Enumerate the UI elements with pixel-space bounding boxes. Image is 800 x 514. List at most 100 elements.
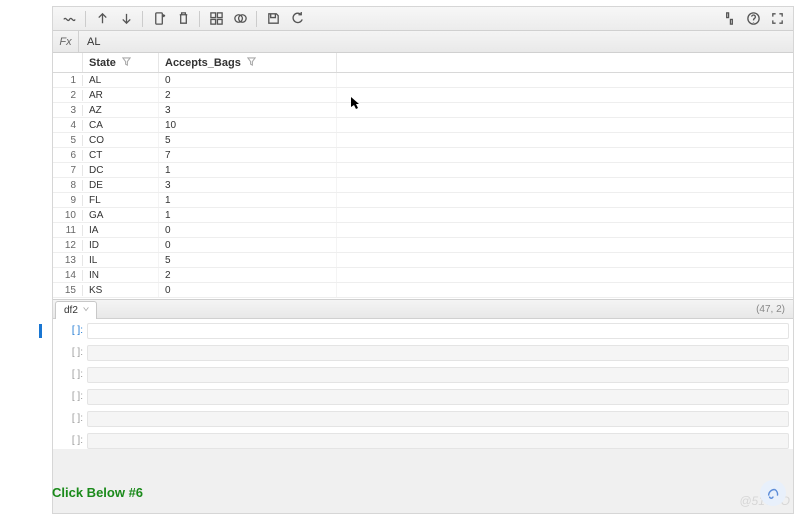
cell-accepts-bags[interactable]: 10 [159,118,337,132]
table-row[interactable]: 2AR2 [53,88,793,103]
table-row[interactable]: 6CT7 [53,148,793,163]
cell-accepts-bags[interactable]: 1 [159,163,337,177]
cell-accepts-bags[interactable]: 3 [159,103,337,117]
cell-state[interactable]: CT [83,148,159,162]
row-number: 4 [53,120,83,131]
cell-input[interactable] [87,345,789,361]
cell-prompt: [ ]: [53,433,87,449]
cell-accepts-bags[interactable]: 5 [159,253,337,267]
filter-icon[interactable] [247,57,256,69]
grid-icon[interactable] [206,9,226,29]
table-row[interactable]: 13IL5 [53,253,793,268]
cell-accepts-bags[interactable]: 2 [159,88,337,102]
row-number: 8 [53,180,83,191]
cell-accepts-bags[interactable]: 7 [159,148,337,162]
cell-state[interactable]: IL [83,253,159,267]
cell-state[interactable]: CA [83,118,159,132]
cell-accepts-bags[interactable]: 2 [159,268,337,282]
cell-input[interactable] [87,433,789,449]
cell-input[interactable] [87,367,789,383]
cell-input[interactable] [87,411,789,427]
venn-icon[interactable] [230,9,250,29]
notebook-cell[interactable]: [ ]: [53,433,793,449]
column-label: Accepts_Bags [165,57,241,69]
notebook-cell[interactable]: [ ]: [53,345,793,361]
fx-value[interactable]: AL [79,36,100,48]
row-number: 6 [53,150,83,161]
sheet-tab[interactable]: df2 [55,301,97,319]
row-number: 7 [53,165,83,176]
cell-accepts-bags[interactable]: 0 [159,73,337,87]
add-column-icon[interactable] [149,9,169,29]
notebook-cell[interactable]: [ ]: [53,389,793,405]
assistant-fab[interactable] [760,480,786,506]
cell-state[interactable]: GA [83,208,159,222]
cell-state[interactable]: AL [83,73,159,87]
notebook-cell[interactable]: [ ]: [53,367,793,383]
table-row[interactable]: 3AZ3 [53,103,793,118]
cell-accepts-bags[interactable]: 1 [159,193,337,207]
trash-icon[interactable] [173,9,193,29]
column-label: State [89,57,116,69]
cell-input[interactable] [87,323,789,339]
column-header-row: State Accepts_Bags [53,53,793,73]
table-row[interactable]: 9FL1 [53,193,793,208]
cell-state[interactable]: FL [83,193,159,207]
cell-state[interactable]: AR [83,88,159,102]
column-header-state[interactable]: State [83,53,159,72]
column-header-accepts-bags[interactable]: Accepts_Bags [159,53,337,72]
table-row[interactable]: 8DE3 [53,178,793,193]
cell-accepts-bags[interactable]: 0 [159,283,337,297]
collapse-icon[interactable] [719,9,739,29]
notebook-cell[interactable]: [ ]: [53,323,793,339]
cell-accepts-bags[interactable]: 3 [159,178,337,192]
cell-accepts-bags[interactable]: 5 [159,133,337,147]
help-icon[interactable] [743,9,763,29]
row-number: 12 [53,240,83,251]
table-row[interactable]: 14IN2 [53,268,793,283]
rownum-header [53,53,83,72]
row-number: 1 [53,75,83,86]
data-grid[interactable]: 1AL02AR23AZ34CA105CO56CT77DC18DE39FL110G… [53,73,793,299]
cell-state[interactable]: DE [83,178,159,192]
table-row[interactable]: 15KS0 [53,283,793,298]
cell-state[interactable]: KS [83,283,159,297]
table-row[interactable]: 5CO5 [53,133,793,148]
table-row[interactable]: 11IA0 [53,223,793,238]
arrow-down-icon[interactable] [116,9,136,29]
notebook-cells: [ ]: [ ]: [ ]: [ ]: [ ]: [ ]: [53,319,793,449]
cell-prompt: [ ]: [53,367,87,383]
chevron-down-icon[interactable] [82,305,90,316]
table-row[interactable]: 10GA1 [53,208,793,223]
cell-state[interactable]: IA [83,223,159,237]
cell-state[interactable]: AZ [83,103,159,117]
cell-input[interactable] [87,389,789,405]
expand-icon[interactable] [767,9,787,29]
table-row[interactable]: 1AL0 [53,73,793,88]
notebook-cell[interactable]: [ ]: [53,411,793,427]
formula-bar: Fx AL [53,31,793,53]
arrow-up-icon[interactable] [92,9,112,29]
cell-accepts-bags[interactable]: 0 [159,223,337,237]
cell-accepts-bags[interactable]: 1 [159,208,337,222]
sheet-bar: df2 (47, 2) [53,299,793,319]
wave-icon[interactable] [59,9,79,29]
refresh-icon[interactable] [287,9,307,29]
cell-state[interactable]: IN [83,268,159,282]
table-row[interactable]: 4CA10 [53,118,793,133]
row-number: 14 [53,270,83,281]
row-number: 11 [53,225,83,236]
cell-accepts-bags[interactable]: 0 [159,238,337,252]
cell-prompt: [ ]: [53,411,87,427]
row-number: 10 [53,210,83,221]
cell-state[interactable]: ID [83,238,159,252]
cell-state[interactable]: CO [83,133,159,147]
table-row[interactable]: 12ID0 [53,238,793,253]
cursor-icon [350,96,360,110]
dimensions-label: (47, 2) [756,304,785,315]
table-row[interactable]: 7DC1 [53,163,793,178]
save-icon[interactable] [263,9,283,29]
row-number: 9 [53,195,83,206]
filter-icon[interactable] [122,57,131,69]
cell-state[interactable]: DC [83,163,159,177]
